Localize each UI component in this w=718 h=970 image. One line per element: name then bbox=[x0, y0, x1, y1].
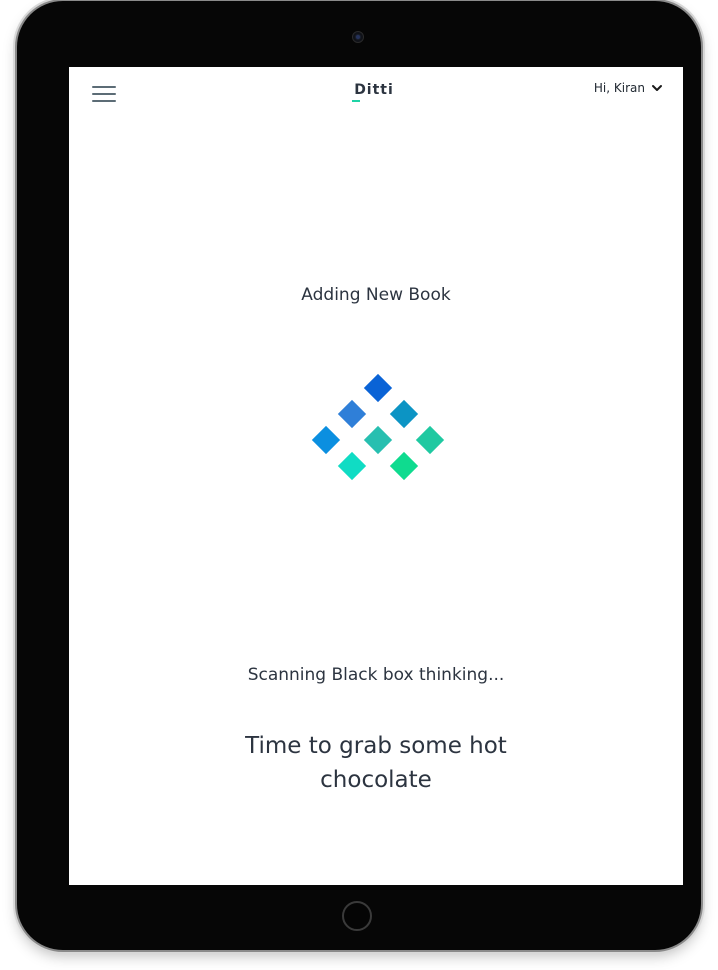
page-title: Adding New Book bbox=[301, 285, 451, 305]
waiting-message: Time to grab some hot chocolate bbox=[245, 733, 507, 793]
app-logo[interactable]: Ditti bbox=[339, 82, 409, 98]
scanning-status: Scanning Black box thinking... bbox=[247, 665, 505, 685]
loader-diamond bbox=[363, 425, 393, 455]
loader-diamond bbox=[337, 399, 367, 429]
user-menu[interactable]: Hi, Kiran bbox=[594, 81, 663, 95]
tablet-frame: Ditti Hi, Kiran Adding New Book Scanning… bbox=[17, 1, 701, 950]
chevron-down-icon[interactable] bbox=[651, 82, 663, 94]
loader-diamond bbox=[311, 425, 341, 455]
hamburger-menu-icon[interactable] bbox=[92, 84, 116, 104]
loader-diamond bbox=[415, 425, 445, 455]
app-screen: Ditti Hi, Kiran Adding New Book Scanning… bbox=[69, 67, 683, 885]
loader-diamond bbox=[389, 399, 419, 429]
diamond-grid-loader-icon bbox=[311, 373, 445, 481]
camera-icon bbox=[353, 32, 363, 42]
loader-diamond bbox=[337, 451, 367, 481]
loader-diamond bbox=[389, 451, 419, 481]
user-greeting: Hi, Kiran bbox=[593, 81, 645, 95]
logo-accent-bar bbox=[352, 100, 360, 102]
loader-diamond bbox=[363, 373, 393, 403]
home-button[interactable] bbox=[342, 901, 372, 931]
